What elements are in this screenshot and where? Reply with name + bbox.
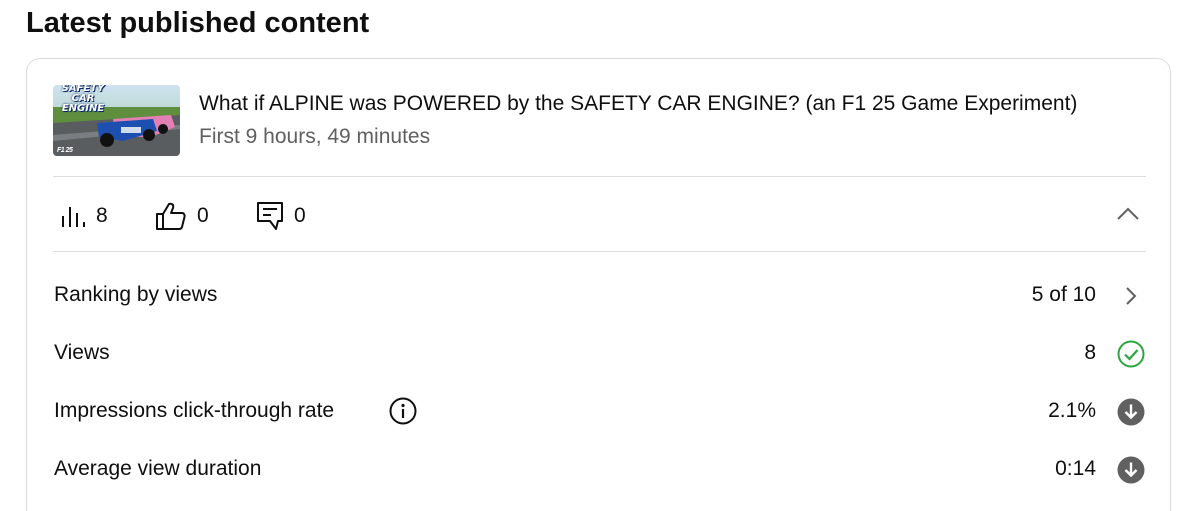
likes-count: 0 (197, 204, 209, 227)
comment-icon (256, 201, 284, 231)
divider (53, 251, 1146, 252)
video-period: First 9 hours, 49 minutes (199, 125, 431, 148)
metric-value: 8 (1084, 341, 1096, 364)
section-heading: Latest published content (26, 7, 370, 39)
divider (53, 176, 1146, 177)
video-title[interactable]: What if ALPINE was POWERED by the SAFETY… (199, 91, 1077, 117)
metric-ctr: Impressions click-through rate 2.1% (27, 386, 1170, 436)
latest-content-card: SAFETY CAR ENGINE F1 25 What if ALPINE w… (26, 58, 1171, 511)
metric-label: Impressions click-through rate (54, 399, 335, 422)
comments-stat: 0 (256, 202, 306, 230)
metric-ranking-by-views[interactable]: Ranking by views 5 of 10 (27, 270, 1170, 320)
thumbs-up-icon (155, 201, 187, 231)
arrow-down-circle-icon (1117, 398, 1145, 426)
metric-label: Views (54, 341, 110, 364)
metric-value: 2.1% (1048, 399, 1096, 422)
chevron-right-icon[interactable] (1117, 282, 1145, 310)
check-circle-icon (1117, 340, 1145, 368)
metric-value: 0:14 (1055, 457, 1096, 480)
metric-value: 5 of 10 (1031, 283, 1096, 306)
comments-count: 0 (294, 204, 306, 227)
info-icon[interactable] (389, 397, 417, 425)
bar-chart-icon (60, 203, 86, 229)
arrow-down-circle-icon (1117, 456, 1145, 484)
metric-label: Ranking by views (54, 283, 218, 306)
views-count: 8 (96, 204, 108, 227)
video-thumbnail[interactable]: SAFETY CAR ENGINE F1 25 (53, 85, 180, 156)
collapse-button[interactable] (1113, 202, 1143, 230)
metric-average-view-duration: Average view duration 0:14 (27, 444, 1170, 494)
views-stat: 8 (60, 202, 108, 230)
metric-label: Average view duration (54, 457, 262, 480)
chevron-up-icon (1116, 207, 1140, 226)
f1-25-logo: F1 25 (57, 147, 73, 154)
metric-views: Views 8 (27, 328, 1170, 378)
video-row[interactable]: SAFETY CAR ENGINE F1 25 What if ALPINE w… (27, 59, 1170, 177)
thumbnail-caption: SAFETY CAR ENGINE (61, 85, 105, 114)
likes-stat: 0 (155, 202, 209, 230)
